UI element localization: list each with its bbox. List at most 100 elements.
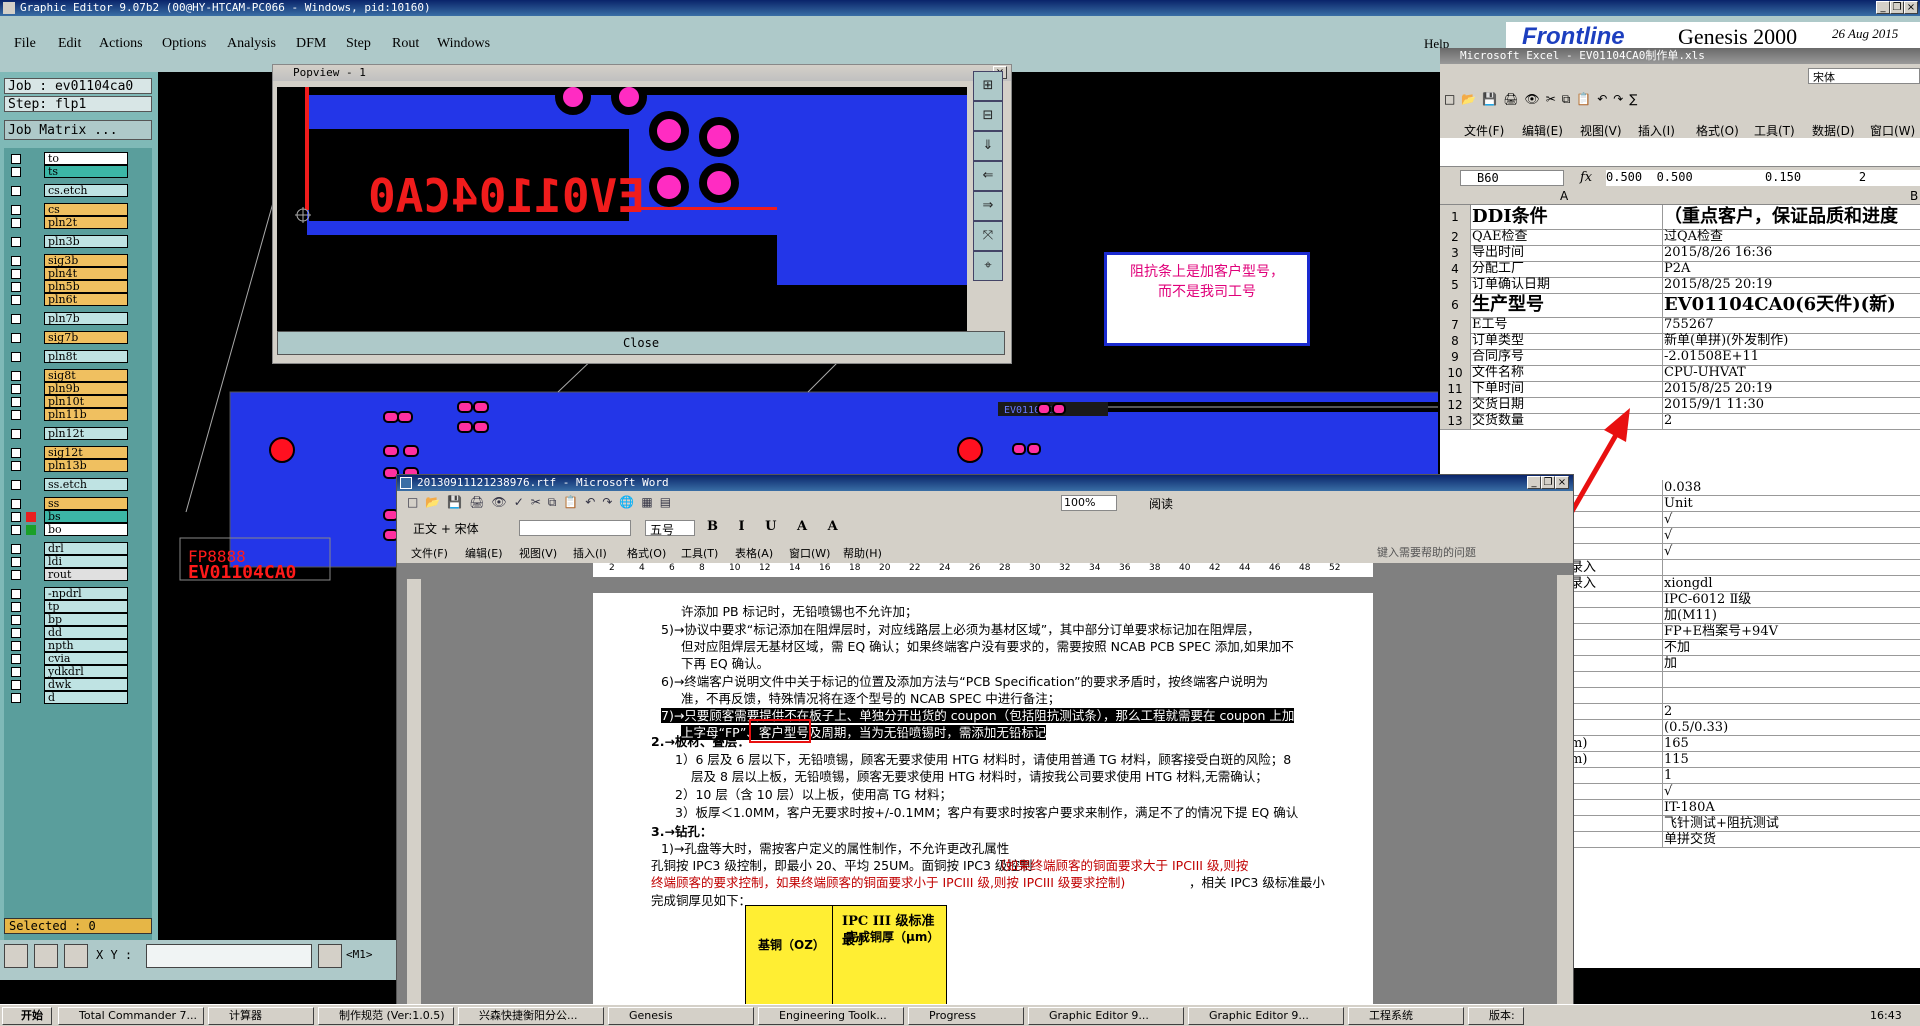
cell-b[interactable]: IT-180A <box>1664 800 1920 815</box>
layer-checkbox[interactable] <box>11 397 21 407</box>
layer-checkbox[interactable] <box>11 154 21 164</box>
layer-row-sig3b[interactable]: sig3b <box>8 254 128 268</box>
cell-b[interactable]: 加(M11) <box>1664 608 1920 623</box>
excel-row[interactable]: 3 导出时间 2015/8/26 16:36 <box>1440 245 1920 262</box>
cell-b[interactable]: √ <box>1664 512 1920 527</box>
layer-checkbox[interactable] <box>11 499 21 509</box>
word-menu-item[interactable]: 编辑(E) <box>465 545 503 561</box>
layer-checkbox[interactable] <box>11 256 21 266</box>
taskbar-button[interactable]: 版本: <box>1468 1007 1524 1025</box>
row-number[interactable]: 2 <box>1440 229 1471 245</box>
layer-row-pln11b[interactable]: pln11b <box>8 408 128 422</box>
layer-checkbox[interactable] <box>11 602 21 612</box>
layer-checkbox[interactable] <box>11 333 21 343</box>
layer-row-pln5b[interactable]: pln5b <box>8 280 128 294</box>
cell-a[interactable]: E工号 <box>1472 317 1663 333</box>
cell-a[interactable] <box>1570 816 1663 831</box>
excel-row[interactable]: 10 文件名称 CPU-UHVAT <box>1440 365 1920 382</box>
layer-row-sig12t[interactable]: sig12t <box>8 446 128 460</box>
popview-canvas[interactable]: FP8888 EV01104CA0 <box>277 79 1095 331</box>
excel-menu-item[interactable]: 文件(F) <box>1464 122 1504 139</box>
excel-font-box[interactable]: 宋体 <box>1808 68 1920 84</box>
size-box[interactable]: 五号 <box>645 520 695 537</box>
layer-row-ss[interactable]: ss <box>8 497 128 511</box>
excel-row[interactable]: 5 订单确认日期 2015/8/25 20:19 <box>1440 277 1920 294</box>
layer-row-bp[interactable]: bp <box>8 613 128 627</box>
layer-checkbox[interactable] <box>11 205 21 215</box>
zoom-in-icon[interactable]: ⊞ <box>973 71 1003 101</box>
layer-checkbox[interactable] <box>11 525 21 535</box>
layer-checkbox[interactable] <box>11 544 21 554</box>
zoom-box[interactable]: 100% <box>1061 495 1117 511</box>
layer-checkbox[interactable] <box>11 448 21 458</box>
cell-a[interactable] <box>1570 704 1663 719</box>
fit-icon[interactable]: ⤧ <box>973 221 1003 251</box>
excel-row[interactable]: 2 QAE检查 过QA检查 <box>1440 229 1920 246</box>
cell-a[interactable]: 分配工厂 <box>1472 261 1663 277</box>
font-box[interactable] <box>519 520 631 536</box>
cell-b[interactable] <box>1664 672 1920 687</box>
layer-checkbox[interactable] <box>11 641 21 651</box>
pan-right-icon[interactable]: ⇒ <box>973 191 1003 221</box>
cell-b[interactable]: 不加 <box>1664 640 1920 655</box>
cell-b[interactable]: FP+E档案号+94V <box>1664 624 1920 639</box>
cell-b[interactable]: 1 <box>1664 768 1920 783</box>
excel-row[interactable]: 8 订单类型 新单(单拼)(外发制作) <box>1440 333 1920 350</box>
layer-checkbox[interactable] <box>11 628 21 638</box>
layer-checkbox[interactable] <box>11 186 21 196</box>
cell-b[interactable]: 新单(单拼)(外发制作) <box>1664 333 1920 349</box>
excel-menu-item[interactable]: 编辑(E) <box>1522 122 1563 139</box>
row-number[interactable]: 4 <box>1440 261 1471 277</box>
cell-a[interactable]: QAE检查 <box>1472 229 1663 245</box>
menu-options[interactable]: Options <box>162 36 206 52</box>
help-question-box[interactable]: 键入需要帮助的问题 <box>1377 544 1476 560</box>
format-buttons[interactable]: B I U A A <box>707 519 846 534</box>
cell-a[interactable] <box>1570 784 1663 799</box>
cell-b[interactable]: √ <box>1664 784 1920 799</box>
cell-b[interactable]: (0.5/0.33) <box>1664 720 1920 735</box>
taskbar-button[interactable]: Progress <box>908 1007 1024 1025</box>
layer-row-cs.etch[interactable]: cs.etch <box>8 184 128 198</box>
layer-row-pln9b[interactable]: pln9b <box>8 382 128 396</box>
layer-row-pln4t[interactable]: pln4t <box>8 267 128 281</box>
cell-a[interactable] <box>1570 768 1663 783</box>
layer-row-pln6t[interactable]: pln6t <box>8 293 128 307</box>
layer-checkbox[interactable] <box>11 167 21 177</box>
layer-row-pln10t[interactable]: pln10t <box>8 395 128 409</box>
name-box[interactable]: B60 <box>1460 170 1564 186</box>
menu-edit[interactable]: Edit <box>58 36 81 52</box>
menu-step[interactable]: Step <box>346 36 371 52</box>
cell-a[interactable]: DDI条件 <box>1472 205 1663 229</box>
menu-file[interactable]: File <box>14 36 36 52</box>
cell-a[interactable]: 合同序号 <box>1472 349 1663 365</box>
layer-checkbox[interactable] <box>11 314 21 324</box>
read-mode-button[interactable]: 阅读 <box>1149 495 1173 512</box>
row-number[interactable]: 5 <box>1440 277 1471 293</box>
layer-row-pln2t[interactable]: pln2t <box>8 216 128 230</box>
excel-row[interactable]: 1 DDI条件 （重点客户，保证品质和进度 <box>1440 205 1920 230</box>
cell-b[interactable]: 165 <box>1664 736 1920 751</box>
popview-close-button[interactable]: Close <box>277 331 1005 355</box>
xy-input[interactable] <box>146 944 312 968</box>
close-button[interactable]: × <box>1904 1 1918 14</box>
cell-b[interactable]: 2015/8/25 20:19 <box>1664 277 1920 293</box>
layer-row-tp[interactable]: tp <box>8 600 128 614</box>
layer-row-pln7b[interactable]: pln7b <box>8 312 128 326</box>
style-box[interactable]: 正文 + 宋体 <box>413 520 517 536</box>
row-number[interactable]: 10 <box>1440 365 1471 381</box>
row-number[interactable]: 1 <box>1440 205 1471 229</box>
taskbar-button[interactable]: Graphic Editor 9... <box>1028 1007 1184 1025</box>
cell-b[interactable]: 加 <box>1664 656 1920 671</box>
word-menu-item[interactable]: 帮助(H) <box>843 545 882 561</box>
cell-b[interactable]: 2 <box>1664 413 1920 429</box>
excel-row[interactable]: 9 合同序号 -2.01508E+11 <box>1440 349 1920 366</box>
layer-row-bo[interactable]: bo <box>8 523 128 537</box>
layer-checkbox[interactable] <box>11 680 21 690</box>
cell-b[interactable]: xiongdl <box>1664 576 1920 591</box>
layer-row-sig7b[interactable]: sig7b <box>8 331 128 345</box>
layer-checkbox[interactable] <box>11 512 21 522</box>
layer-row-cs[interactable]: cs <box>8 203 128 217</box>
cell-a[interactable]: m) <box>1570 752 1663 767</box>
layer-row--npdrl[interactable]: -npdrl <box>8 587 128 601</box>
taskbar-button[interactable]: Engineering Toolk... <box>758 1007 904 1025</box>
